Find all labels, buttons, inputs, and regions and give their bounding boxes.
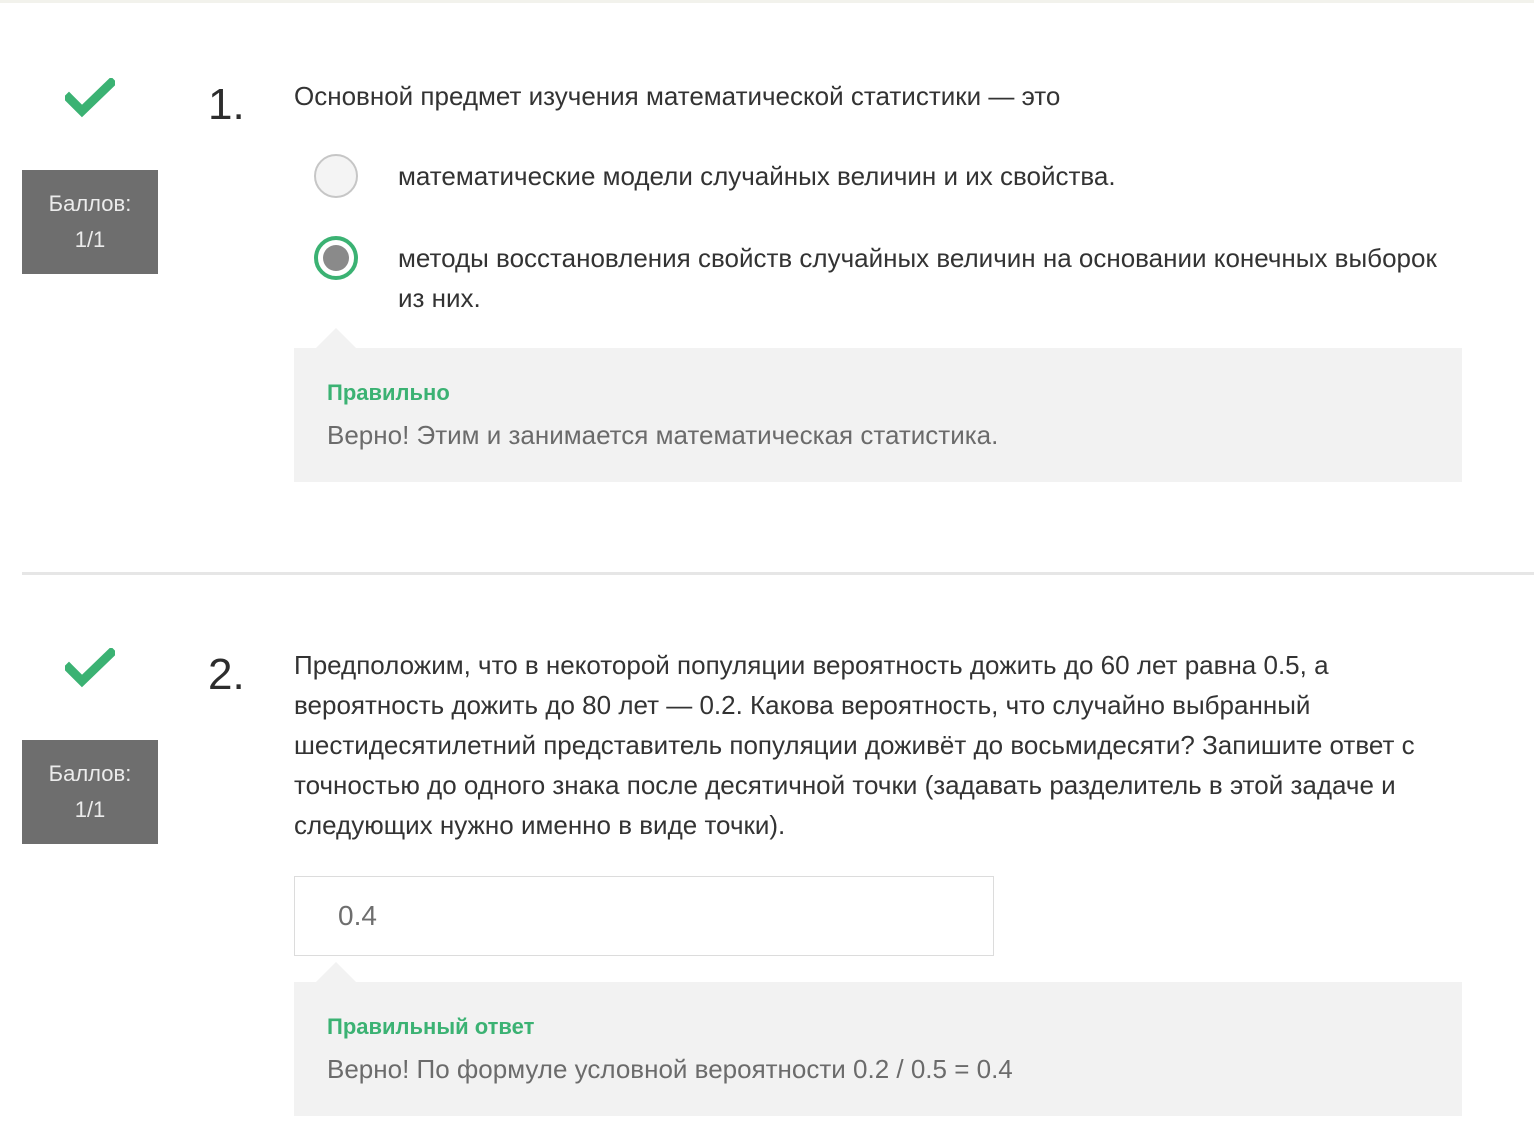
question-number: 2.	[208, 650, 245, 699]
top-border	[0, 0, 1534, 3]
score-label: Баллов:	[48, 761, 132, 786]
feedback-box: Правильно Верно! Этим и занимается матем…	[294, 328, 1462, 482]
score-badge: Баллов: 1/1	[22, 170, 158, 274]
radio-button-selected[interactable]	[314, 236, 358, 280]
option-label: математические модели случайных величин …	[398, 161, 1116, 191]
option-label: методы восстановления свойств случайных …	[398, 243, 1437, 313]
score-badge: Баллов: 1/1	[22, 740, 158, 844]
score-label: Баллов:	[48, 191, 132, 216]
radio-button[interactable]	[314, 154, 358, 198]
feedback-pointer	[316, 962, 356, 982]
question-divider	[22, 572, 1534, 575]
score-value: 1/1	[74, 797, 106, 822]
feedback-text: Верно! По формуле условной вероятности 0…	[327, 1054, 1013, 1084]
answer-input[interactable]	[294, 876, 994, 956]
feedback-text: Верно! Этим и занимается математическая …	[327, 420, 999, 450]
radio-dot	[323, 245, 349, 271]
feedback-pointer	[316, 328, 356, 348]
feedback-title: Правильный ответ	[327, 1014, 535, 1039]
question-number: 1.	[208, 80, 245, 129]
score-value: 1/1	[74, 227, 106, 252]
feedback-box: Правильный ответ Верно! По формуле услов…	[294, 962, 1462, 1116]
question-text: Основной предмет изучения математической…	[294, 81, 1061, 111]
question-text: Предположим, что в некоторой популяции в…	[294, 650, 1415, 840]
check-icon	[65, 78, 115, 118]
check-icon	[65, 648, 115, 688]
feedback-title: Правильно	[327, 380, 450, 405]
